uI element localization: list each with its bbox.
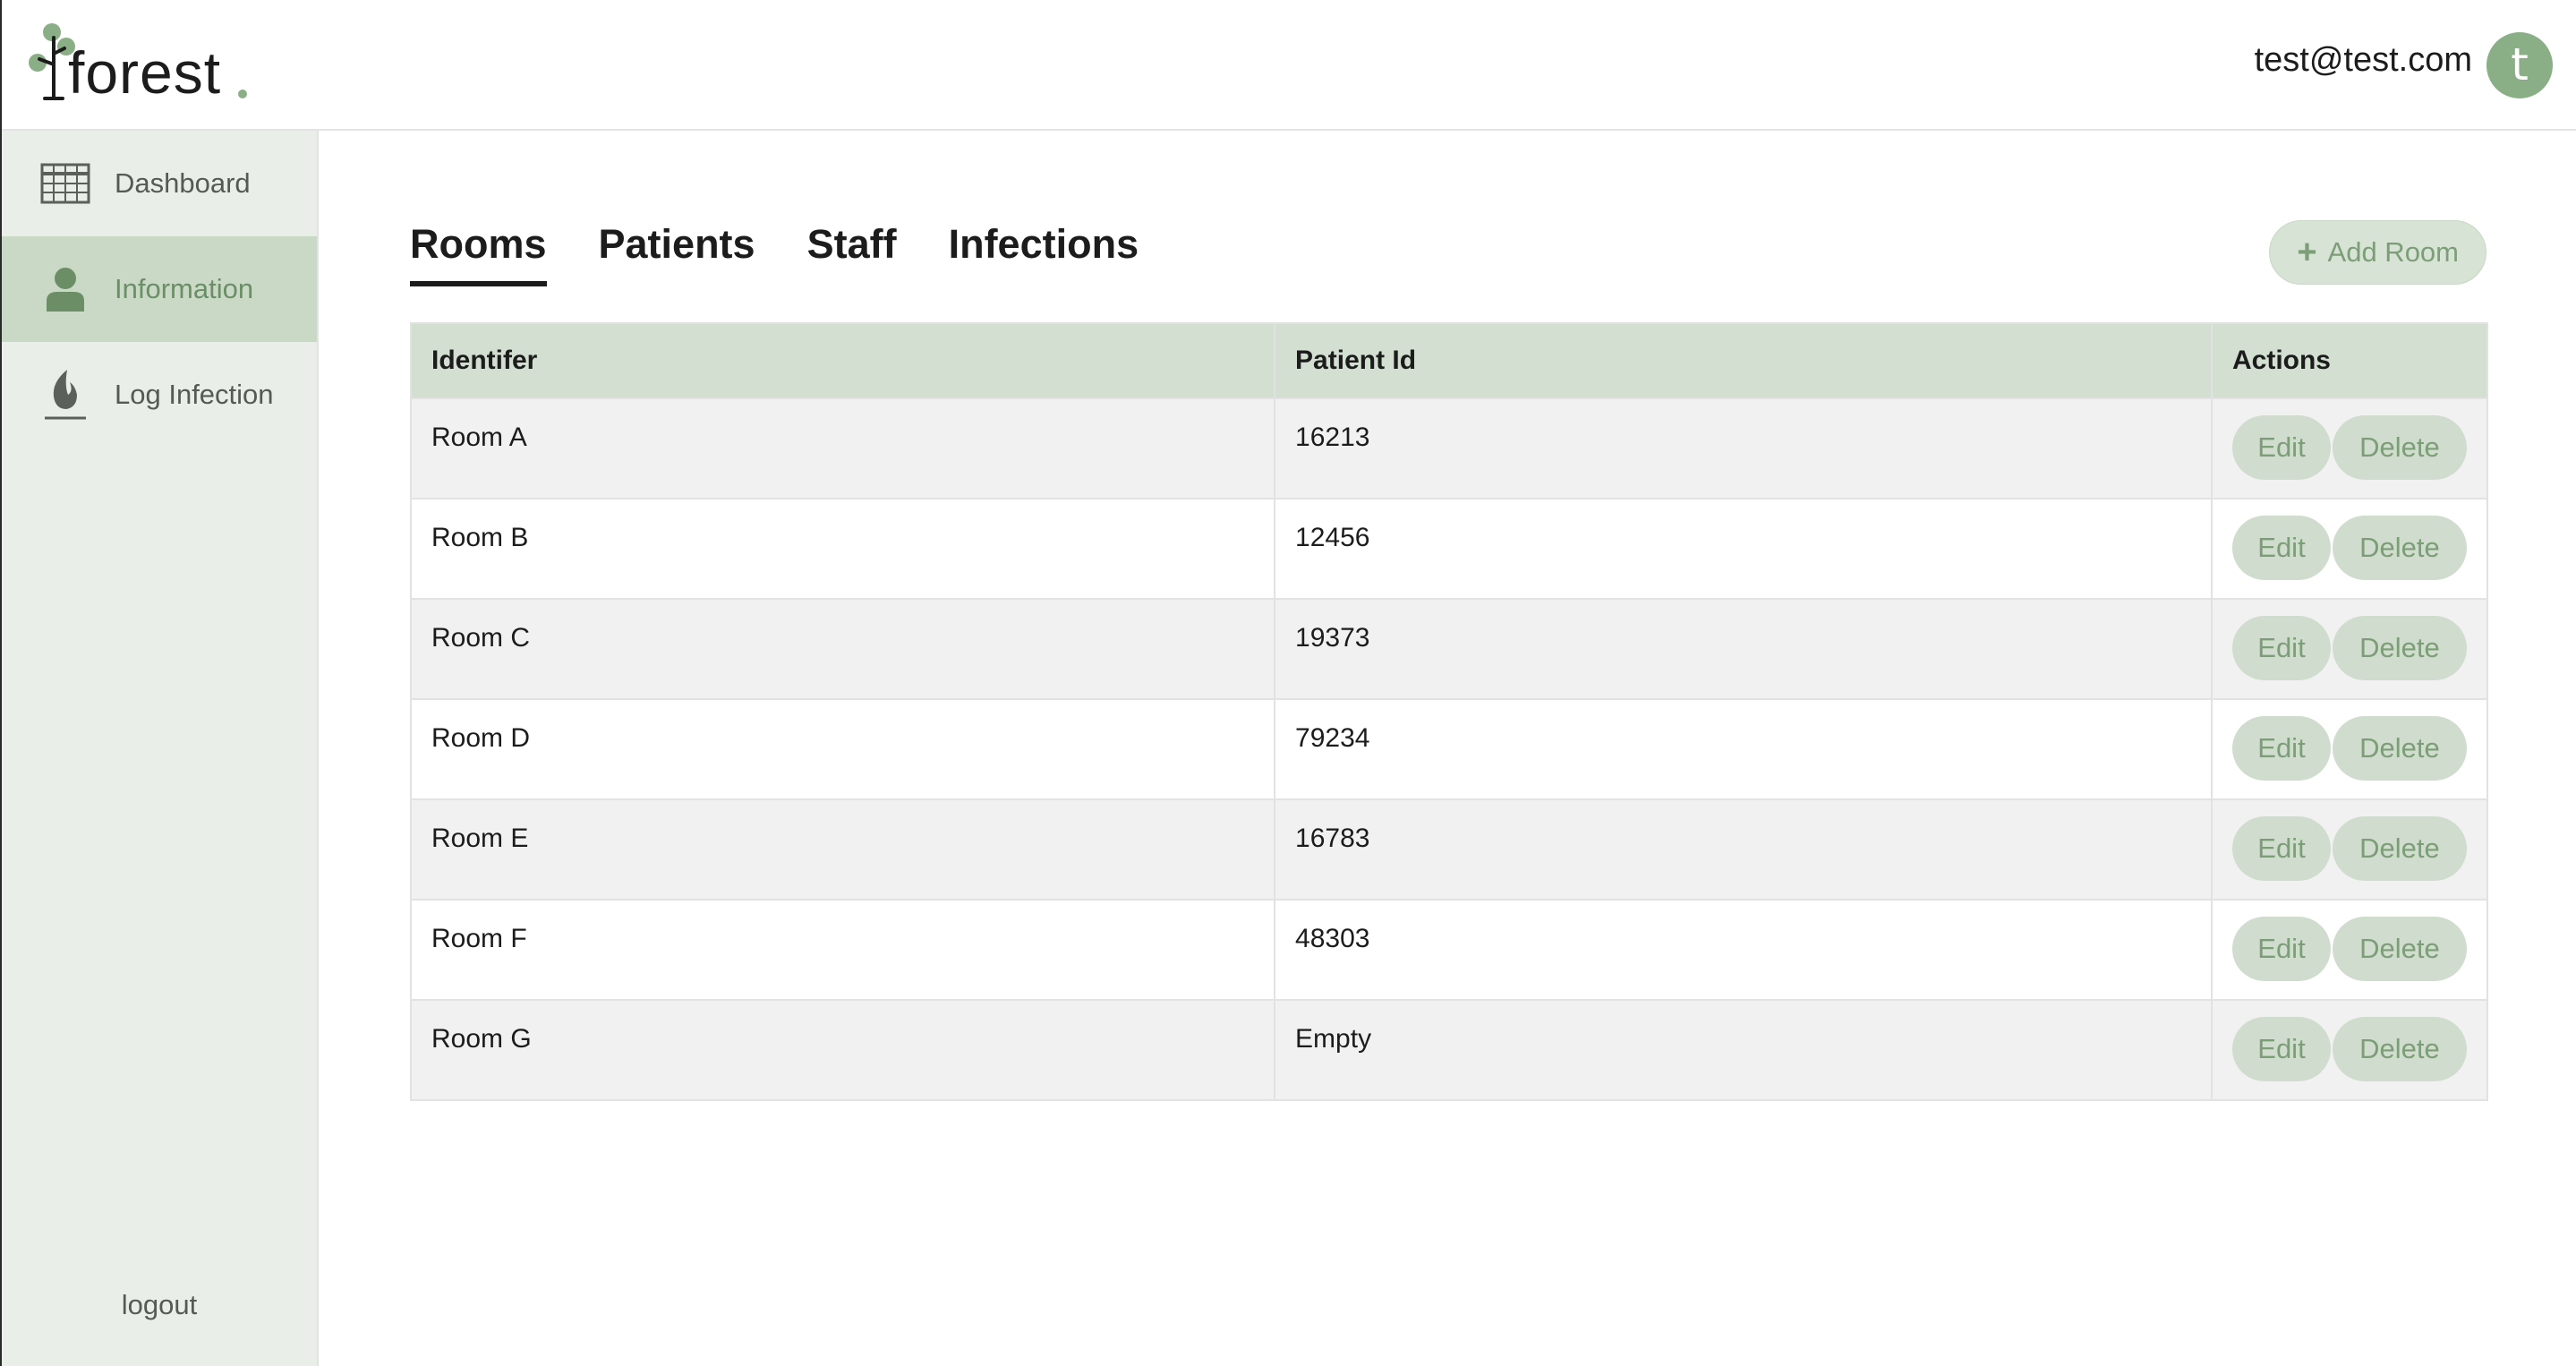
cell-patient-id: 16213: [1274, 397, 2213, 499]
delete-button[interactable]: Delete: [2332, 516, 2467, 580]
tab-staff[interactable]: Staff: [807, 220, 897, 283]
grid-icon: [39, 158, 91, 209]
avatar[interactable]: t: [2486, 32, 2553, 98]
logo-text: forest: [68, 39, 222, 106]
tab-rooms[interactable]: Rooms: [410, 220, 547, 286]
person-icon: [39, 263, 91, 315]
cell-patient-id: 16783: [1274, 798, 2213, 901]
tab-bar: Rooms Patients Staff Infections: [410, 220, 1139, 286]
column-header-identifier: Identifer: [409, 322, 1276, 399]
edit-button[interactable]: Edit: [2231, 917, 2331, 981]
table-header-row: Identifer Patient Id Actions: [409, 322, 2489, 399]
cell-identifier: Room A: [409, 397, 1276, 499]
cell-identifier: Room C: [409, 598, 1276, 700]
cell-identifier: Room D: [409, 698, 1276, 800]
table-row: Room C 19373 Edit Delete: [409, 598, 2489, 700]
app-window: forest test@test.com t Dashboard Informa…: [0, 0, 2576, 1366]
sidebar-item-information[interactable]: Information: [2, 236, 317, 342]
add-room-label: Add Room: [2327, 236, 2459, 268]
sidebar-item-label: Dashboard: [115, 167, 251, 199]
column-header-patient-id: Patient Id: [1274, 322, 2213, 399]
tab-patients[interactable]: Patients: [599, 220, 755, 283]
cell-actions: Edit Delete: [2210, 899, 2489, 1001]
sidebar-item-label: Log Infection: [115, 379, 274, 410]
cell-actions: Edit Delete: [2210, 698, 2489, 800]
delete-button[interactable]: Delete: [2332, 917, 2467, 981]
table-row: Room G Empty Edit Delete: [409, 999, 2489, 1101]
cell-identifier: Room B: [409, 498, 1276, 600]
main-content: Rooms Patients Staff Infections + Add Ro…: [319, 131, 2576, 1366]
sidebar-item-log-infection[interactable]: Log Infection: [2, 342, 317, 448]
rooms-table: Identifer Patient Id Actions Room A 1621…: [409, 322, 2489, 1101]
cell-actions: Edit Delete: [2210, 798, 2489, 901]
table-row: Room F 48303 Edit Delete: [409, 899, 2489, 1001]
table-row: Room D 79234 Edit Delete: [409, 698, 2489, 800]
edit-button[interactable]: Edit: [2231, 1017, 2331, 1081]
cell-actions: Edit Delete: [2210, 498, 2489, 600]
cell-identifier: Room F: [409, 899, 1276, 1001]
cell-identifier: Room E: [409, 798, 1276, 901]
table-row: Room A 16213 Edit Delete: [409, 397, 2489, 499]
delete-button[interactable]: Delete: [2332, 716, 2467, 781]
flame-icon: [39, 369, 91, 421]
cell-patient-id: 48303: [1274, 899, 2213, 1001]
top-header: forest test@test.com t: [2, 0, 2576, 131]
edit-button[interactable]: Edit: [2231, 516, 2331, 580]
edit-button[interactable]: Edit: [2231, 816, 2331, 881]
cell-actions: Edit Delete: [2210, 598, 2489, 700]
cell-patient-id: Empty: [1274, 999, 2213, 1101]
forest-logo[interactable]: forest: [27, 20, 260, 109]
delete-button[interactable]: Delete: [2332, 816, 2467, 881]
plus-icon: +: [2297, 234, 2317, 271]
column-header-actions: Actions: [2210, 322, 2489, 399]
cell-identifier: Room G: [409, 999, 1276, 1101]
cell-actions: Edit Delete: [2210, 397, 2489, 499]
add-room-button[interactable]: + Add Room: [2269, 220, 2486, 285]
logo-dot: [238, 90, 247, 98]
delete-button[interactable]: Delete: [2332, 1017, 2467, 1081]
sidebar: Dashboard Information Log Infection logo…: [2, 131, 319, 1366]
delete-button[interactable]: Delete: [2332, 415, 2467, 480]
logout-link[interactable]: logout: [2, 1289, 317, 1321]
cell-patient-id: 79234: [1274, 698, 2213, 800]
sidebar-item-dashboard[interactable]: Dashboard: [2, 131, 317, 236]
sidebar-item-label: Information: [115, 273, 254, 304]
cell-patient-id: 19373: [1274, 598, 2213, 700]
edit-button[interactable]: Edit: [2231, 616, 2331, 680]
table-row: Room E 16783 Edit Delete: [409, 798, 2489, 901]
tab-infections[interactable]: Infections: [949, 220, 1139, 283]
user-email: test@test.com: [2254, 41, 2472, 79]
cell-actions: Edit Delete: [2210, 999, 2489, 1101]
delete-button[interactable]: Delete: [2332, 616, 2467, 680]
edit-button[interactable]: Edit: [2231, 716, 2331, 781]
cell-patient-id: 12456: [1274, 498, 2213, 600]
table-row: Room B 12456 Edit Delete: [409, 498, 2489, 600]
edit-button[interactable]: Edit: [2231, 415, 2331, 480]
